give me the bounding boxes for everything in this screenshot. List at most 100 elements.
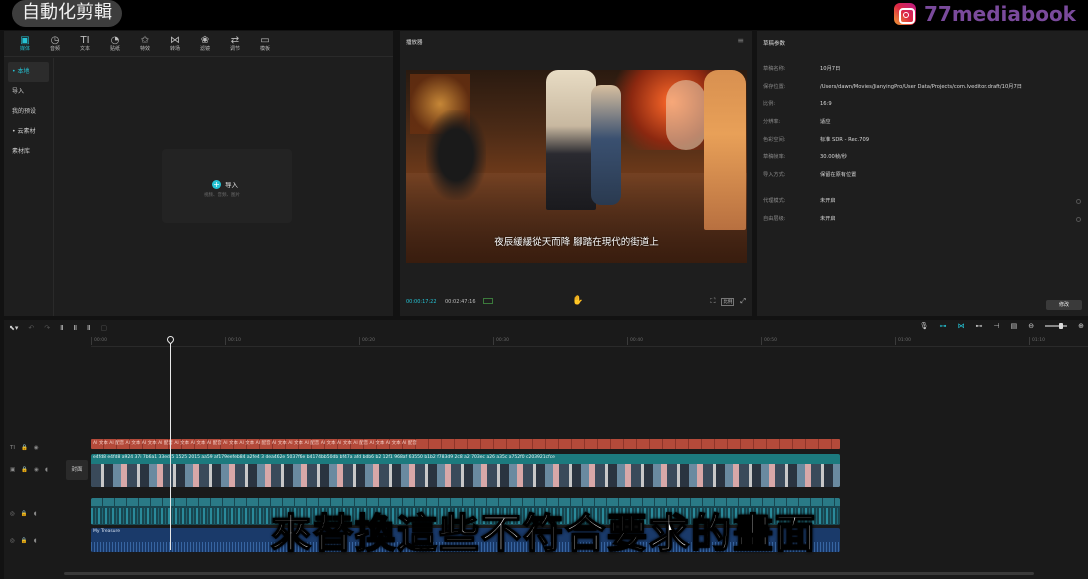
eye-icon[interactable]: ◉ — [34, 445, 39, 451]
media-icon: ▣ — [20, 35, 30, 46]
tool-label: 文本 — [79, 46, 90, 52]
ratio-button[interactable]: 比例 — [721, 297, 735, 306]
property-row: 草稿名称: 10月7日 — [763, 61, 1083, 79]
text-track-label: AI 文本 AI 配音 AI 文本 AI 文本 AI 配音 AI 文本 AI 文… — [93, 441, 417, 446]
property-row: 保存位置: /Users/dawn/Movies/JianyingPro/User… — [763, 79, 1083, 97]
modify-button[interactable]: 修改 — [1046, 300, 1082, 310]
caption-icon[interactable]: ▤ — [1011, 322, 1018, 330]
scene-scooter — [426, 110, 486, 200]
filter-icon: ❀ — [200, 35, 210, 46]
property-key: 草稿帧率: — [763, 154, 786, 161]
text-track-clips[interactable]: AI 文本 AI 配音 AI 文本 AI 文本 AI 配音 AI 文本 AI 文… — [91, 439, 840, 449]
properties-title: 草稿参数 — [763, 41, 786, 47]
scene-person — [546, 70, 596, 210]
import-hint: 视频、音频、图片 — [204, 193, 240, 198]
lock-icon[interactable]: 🔒 — [21, 445, 28, 451]
transition-icon: ⋈ — [170, 35, 180, 46]
hand-cursor-icon: ✋ — [572, 296, 584, 306]
sidebar-item-cloud[interactable]: • 云素材 — [4, 122, 53, 142]
property-key: 草稿名称: — [763, 66, 786, 72]
mute-icon[interactable]: ◖ — [45, 467, 48, 473]
sidebar-item-presets[interactable]: 我的预设 — [4, 102, 53, 122]
import-label: 导入 — [225, 181, 238, 189]
fullscreen-icon[interactable]: ⤢ — [740, 297, 746, 306]
linkage-icon[interactable]: ⊷ — [976, 322, 983, 330]
info-icon[interactable] — [1076, 198, 1081, 204]
ruler-tick: 01:10 — [1029, 337, 1045, 345]
property-key: 导入方式: — [763, 172, 786, 179]
timecode-current: 00:00:17:22 — [406, 299, 437, 305]
property-key: 保存位置: — [763, 83, 786, 90]
timeline-ruler[interactable]: 00:00 00:10 00:20 00:30 00:40 00:50 01:0… — [91, 337, 1088, 347]
property-row: 分辨率: 适应 — [763, 114, 1083, 132]
grid-icon[interactable] — [483, 298, 493, 304]
property-key: 分辨率: — [763, 119, 781, 126]
import-button[interactable]: + 导入 — [212, 179, 238, 189]
channel-name: 77mediabook — [923, 2, 1076, 26]
tool-label: 媒体 — [19, 46, 30, 52]
eye-icon[interactable]: ◉ — [34, 467, 39, 473]
video-subtitle: 夜辰緩緩從天而降 腳踏在現代的街道上 — [494, 237, 659, 248]
sidebar-item-import[interactable]: 导入 — [4, 82, 53, 102]
menu-icon[interactable]: ≡ — [737, 36, 744, 45]
link-main-track-icon[interactable]: ⊶ — [940, 322, 947, 330]
tool-text[interactable]: TI 文本 — [70, 31, 100, 57]
tool-effects[interactable]: ✩ 特效 — [130, 31, 160, 57]
property-row: 色彩空间: 标准 SDR - Rec.709 — [763, 132, 1083, 150]
split-left-icon[interactable]: Ⅱ — [74, 324, 77, 332]
sidebar-item-local[interactable]: • 本地 — [8, 62, 49, 82]
tool-transitions[interactable]: ⋈ 转场 — [160, 31, 190, 57]
ruler-tick: 00:40 — [627, 337, 643, 345]
properties-list: 草稿名称: 10月7日 保存位置: /Users/dawn/Movies/Jiany… — [763, 61, 1083, 228]
tool-templates[interactable]: ▭ 模板 — [250, 31, 280, 57]
ruler-tick: 00:20 — [359, 337, 375, 345]
property-row: 导入方式: 保留在原有位置 — [763, 167, 1083, 185]
cover-button[interactable]: 封面 — [66, 460, 88, 480]
property-value: /Users/dawn/Movies/JianyingPro/User Data… — [820, 83, 1022, 90]
fit-screen-icon[interactable]: ⛶ — [710, 297, 715, 306]
video-track-label: e4fd8 e4fd8 a924 37i 7b6a1 33ed 5 1525 2… — [93, 455, 555, 460]
channel-badge: 77mediabook — [893, 2, 1076, 26]
zoom-in-icon[interactable]: ⊕ — [1078, 322, 1084, 330]
scene-person — [704, 70, 746, 230]
property-value: 未开启 — [820, 197, 836, 204]
adjust-icon: ⇄ — [230, 35, 240, 46]
split-icon[interactable]: Ⅱ — [60, 324, 63, 332]
audio-icon: ◷ — [50, 35, 60, 46]
tool-sticker[interactable]: ◔ 贴纸 — [100, 31, 130, 57]
zoom-slider[interactable] — [1045, 323, 1068, 329]
timeline-scrollbar[interactable] — [64, 572, 1034, 575]
video-banner: 自動化剪輯 77mediabook — [0, 0, 1088, 30]
video-track-clips[interactable]: e4fd8 e4fd8 a924 37i 7b6a1 33ed 5 1525 2… — [91, 454, 840, 487]
instagram-icon — [893, 3, 916, 25]
import-dropzone[interactable]: + 导入 视频、音频、图片 — [162, 149, 292, 223]
delete-icon[interactable]: ▢ — [101, 324, 108, 332]
video-track-icon: ▣ — [10, 467, 16, 473]
select-cursor-icon[interactable]: ⬉▾ — [9, 324, 18, 332]
player-title: 播放器 — [406, 40, 423, 46]
tool-filters[interactable]: ❀ 滤镜 — [190, 31, 220, 57]
redo-icon[interactable]: ↷ — [44, 324, 50, 332]
property-key: 比例: — [763, 101, 776, 108]
property-value: 未开启 — [820, 215, 836, 222]
video-preview[interactable]: 夜辰緩緩從天而降 腳踏在現代的街道上 — [406, 70, 747, 263]
undo-icon[interactable]: ↶ — [28, 324, 34, 332]
property-value: 适应 — [820, 119, 831, 126]
tool-media[interactable]: ▣ 媒体 — [10, 31, 40, 57]
preview-axis-icon[interactable]: ⊣ — [994, 322, 1000, 330]
zoom-out-icon[interactable]: ⊖ — [1028, 322, 1034, 330]
tool-label: 调节 — [229, 46, 240, 52]
editor-window: ▣ 媒体 ◷ 音频 TI 文本 ◔ 贴纸 ✩ 特效 ⋈ 转场 ❀ 滤镜 ⇄ 调节 ▭ 模板 • 本… — [0, 30, 1088, 579]
property-row: 草稿帧率: 30.00帧/秒 — [763, 149, 1083, 167]
magnet-icon[interactable]: ⋈ — [958, 322, 965, 330]
ruler-tick: 00:00 — [91, 337, 107, 345]
scene-glow — [666, 80, 706, 150]
tool-audio[interactable]: ◷ 音频 — [40, 31, 70, 57]
tool-adjust[interactable]: ⇄ 调节 — [220, 31, 250, 57]
property-value: 保留在原有位置 — [820, 172, 857, 179]
sidebar-item-library[interactable]: 素材库 — [4, 142, 53, 162]
info-icon[interactable] — [1076, 216, 1081, 222]
split-right-icon[interactable]: Ⅱ — [87, 324, 90, 332]
lock-icon[interactable]: 🔒 — [21, 467, 28, 473]
microphone-icon[interactable]: 🎙 — [920, 322, 929, 330]
